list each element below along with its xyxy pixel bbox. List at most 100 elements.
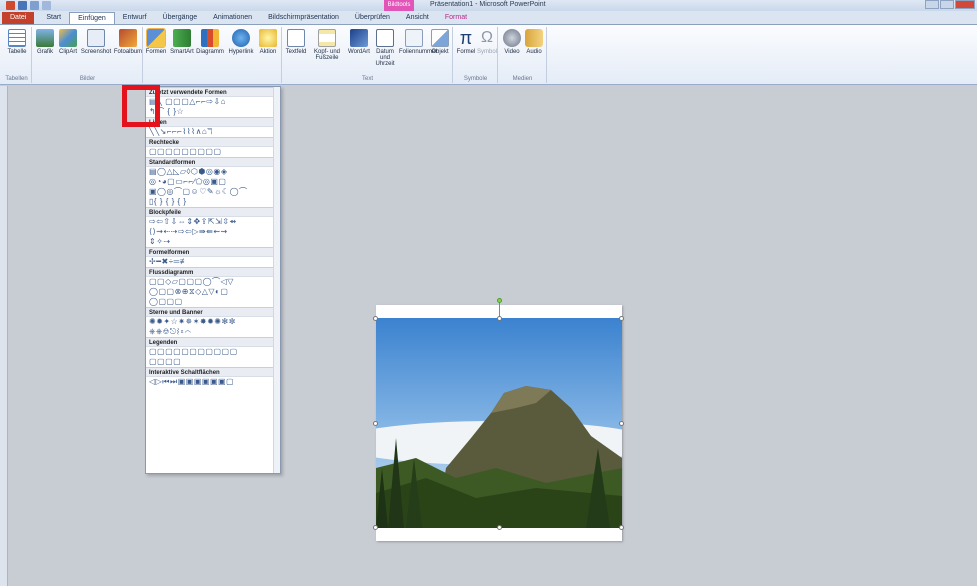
resize-handle-r[interactable] — [619, 421, 624, 426]
tab-bildschirmpraesentation[interactable]: Bildschirmpräsentation — [260, 12, 347, 24]
kopf-fusszeile-button[interactable]: Kopf- und Fußzeile — [307, 29, 347, 61]
grafik-label: Grafik — [36, 49, 53, 55]
quick-access-toolbar — [6, 1, 51, 10]
shape-row[interactable]: ◎◔◕▢▭⌐⌐∕⬠◎▣▢ — [146, 177, 280, 187]
tab-uebergaenge[interactable]: Übergänge — [155, 12, 206, 24]
action-star-icon — [259, 29, 277, 47]
diagramm-button[interactable]: Diagramm — [196, 29, 224, 55]
resize-handle-tl[interactable] — [373, 316, 378, 321]
grafik-button[interactable]: Grafik — [35, 29, 55, 55]
symbol-button[interactable]: Ω Symbol — [476, 29, 498, 55]
objekt-button[interactable]: Objekt — [429, 29, 451, 55]
chart-icon — [201, 29, 219, 47]
maximize-button[interactable] — [940, 0, 954, 9]
tab-start[interactable]: Start — [38, 12, 69, 24]
shape-row[interactable]: ⇕✧⇢ — [146, 237, 280, 247]
resize-handle-b[interactable] — [497, 525, 502, 530]
shapes-gallery[interactable]: Zuletzt verwendete Formen ▤╲ ▢▢▢△⌐⌐⇨⇩⌂ ↰… — [145, 86, 281, 474]
shape-row[interactable]: ⟨⟩⇝⇠⇢⇨⇦▷⇛⇚⇜⇝ — [146, 227, 280, 237]
group-tabellen: Tabelle Tabellen — [2, 27, 32, 83]
foliennummer-button[interactable]: Foliennummer — [399, 29, 437, 55]
screenshot-button[interactable]: Screenshot — [80, 29, 112, 55]
shape-row[interactable]: ▤◯△◺▱◊⬡⬢◎◉◈ — [146, 167, 280, 177]
formel-button[interactable]: π Formel — [455, 29, 477, 55]
redo-icon[interactable] — [42, 1, 51, 10]
tabelle-label: Tabelle — [7, 49, 27, 55]
screenshot-icon — [87, 29, 105, 47]
textbox-icon — [287, 29, 305, 47]
shape-row[interactable]: ◁▷⏮⏭▣▣▣▣▣▣▢ — [146, 377, 280, 387]
formen-button[interactable]: Formen — [144, 28, 168, 55]
section-linien: Linien — [146, 117, 280, 127]
wordart-label: WordArt — [348, 49, 370, 55]
shape-row[interactable]: ✢━✖÷═≢ — [146, 257, 280, 267]
fotoalbum-button[interactable]: Fotoalbum — [113, 29, 143, 55]
smartart-button[interactable]: SmartArt — [169, 29, 195, 55]
group-label-text: Text — [361, 76, 373, 82]
shape-row[interactable]: ▢▢▢▢▢▢▢▢▢▢▢ — [146, 347, 280, 357]
tab-einfuegen[interactable]: Einfügen — [69, 12, 115, 24]
resize-handle-t[interactable] — [497, 316, 502, 321]
aktion-label: Aktion — [259, 49, 277, 55]
formen-label: Formen — [145, 49, 167, 55]
photo-album-icon — [119, 29, 137, 47]
rotation-handle[interactable] — [497, 298, 502, 303]
clipart-label: ClipArt — [58, 49, 77, 55]
minimize-button[interactable] — [925, 0, 939, 9]
audio-label: Audio — [526, 49, 542, 55]
shape-row[interactable]: ◯▢▢⊗⊕⧖◇△▽◐▢ — [146, 287, 280, 297]
mountain-photo-graphic — [376, 318, 622, 528]
shape-row[interactable]: ▢▢▢▢ — [146, 357, 280, 367]
tabelle-button[interactable]: Tabelle — [4, 29, 30, 55]
gallery-scrollbar[interactable] — [273, 87, 280, 473]
film-reel-icon — [503, 29, 521, 47]
shape-row[interactable]: ▤╲ ▢▢▢△⌐⌐⇨⇩⌂ — [146, 97, 280, 107]
shape-row[interactable]: ◯▢▢▢ — [146, 297, 280, 307]
shape-row[interactable]: ▯{ } { } { } — [146, 197, 280, 207]
save-icon[interactable] — [18, 1, 27, 10]
header-footer-icon — [318, 29, 336, 47]
group-medien: Video Audio Medien — [499, 27, 547, 83]
wordart-button[interactable]: WordArt — [347, 29, 371, 55]
mountain-picture[interactable] — [376, 318, 622, 528]
aktion-button[interactable]: Aktion — [256, 29, 280, 55]
textfeld-button[interactable]: Textfeld — [285, 29, 307, 55]
hyperlink-button[interactable]: Hyperlink — [226, 29, 256, 55]
resize-handle-tr[interactable] — [619, 316, 624, 321]
resize-handle-bl[interactable] — [373, 525, 378, 530]
clipart-button[interactable]: ClipArt — [57, 29, 79, 55]
tab-entwurf[interactable]: Entwurf — [115, 12, 155, 24]
shape-row[interactable]: ⇨⇦⇧⇩⇔⇕✥⇪⇱⇲⇳⇴ — [146, 217, 280, 227]
shape-row[interactable]: ▢▢▢▢▢▢▢▢▢ — [146, 147, 280, 157]
shape-row[interactable]: ↰⌒ { }☆ — [146, 107, 280, 117]
shape-row[interactable]: ▢▢◇▱▢▢▢◯⌒◁▽ — [146, 277, 280, 287]
calendar-icon — [376, 29, 394, 47]
smartart-icon — [173, 29, 191, 47]
tab-ueberpruefen[interactable]: Überprüfen — [347, 12, 398, 24]
shapes-icon — [146, 28, 166, 48]
shape-row[interactable]: ▣◯◎⌒▢☺♡✎☼☾◯⌒ — [146, 187, 280, 197]
datum-uhrzeit-button[interactable]: Datum und Uhrzeit — [371, 29, 399, 67]
datum-uhrzeit-label: Datum und Uhrzeit — [375, 49, 395, 67]
window-title: Präsentation1 - Microsoft PowerPoint — [430, 1, 546, 8]
slide-number-icon — [405, 29, 423, 47]
resize-handle-l[interactable] — [373, 421, 378, 426]
close-button[interactable] — [955, 0, 975, 9]
shape-row[interactable]: ✺✹✦☆✷✵✶✸✹✺✻✼ — [146, 317, 280, 327]
shape-row[interactable]: ╲╲↘⌐⌐⌐⌇⌇⌇∧⌂ℸ — [146, 127, 280, 137]
picture-tools-header: Bildtools — [384, 0, 414, 11]
tab-format[interactable]: Format — [437, 12, 475, 24]
table-icon — [8, 29, 26, 47]
fotoalbum-label: Fotoalbum — [113, 49, 143, 55]
video-button[interactable]: Video — [501, 29, 523, 55]
undo-icon[interactable] — [30, 1, 39, 10]
resize-handle-br[interactable] — [619, 525, 624, 530]
tab-datei[interactable]: Datei — [2, 12, 35, 24]
tab-ansicht[interactable]: Ansicht — [398, 12, 437, 24]
group-label-medien: Medien — [512, 76, 533, 82]
shape-row[interactable]: ⎈⎈⎊⎋⌇⌑⌒ — [146, 327, 280, 337]
audio-button[interactable]: Audio — [523, 29, 545, 55]
slide-thumbnail-pane[interactable] — [0, 86, 8, 586]
group-label-symbole: Symbole — [463, 76, 488, 82]
tab-animationen[interactable]: Animationen — [205, 12, 260, 24]
